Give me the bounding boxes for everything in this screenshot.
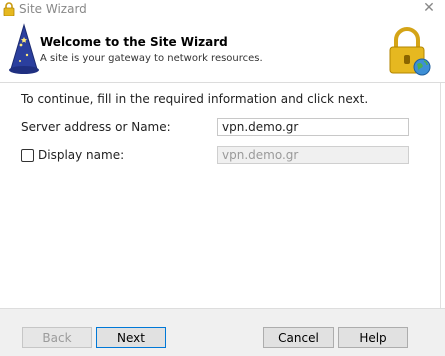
title-bar: Site Wizard ✕ — [0, 0, 445, 20]
header-title: Welcome to the Site Wizard — [40, 35, 228, 49]
header-subtitle: A site is your gateway to network resour… — [40, 53, 263, 64]
button-bar: Back Next Cancel Help — [0, 308, 445, 356]
display-name-input[interactable]: vpn.demo.gr — [217, 146, 409, 164]
close-button[interactable]: ✕ — [417, 0, 441, 18]
lock-globe-icon — [389, 27, 431, 76]
next-button[interactable]: Next — [96, 327, 166, 348]
instructions-text: To continue, fill in the required inform… — [21, 92, 369, 106]
display-name-checkbox[interactable] — [21, 149, 34, 162]
display-name-label: Display name: — [38, 148, 125, 162]
wizard-body: To continue, fill in the required inform… — [0, 83, 441, 308]
close-icon: ✕ — [423, 0, 435, 16]
wizard-hat-icon — [9, 23, 39, 74]
cancel-button[interactable]: Cancel — [263, 327, 334, 348]
wizard-header: Welcome to the Site Wizard A site is you… — [0, 20, 445, 83]
window-title: Site Wizard — [19, 2, 87, 16]
server-address-label: Server address or Name: — [21, 120, 171, 134]
help-button[interactable]: Help — [338, 327, 408, 348]
site-lock-icon — [3, 2, 15, 16]
back-button[interactable]: Back — [22, 327, 92, 348]
server-address-input[interactable]: vpn.demo.gr — [217, 118, 409, 136]
